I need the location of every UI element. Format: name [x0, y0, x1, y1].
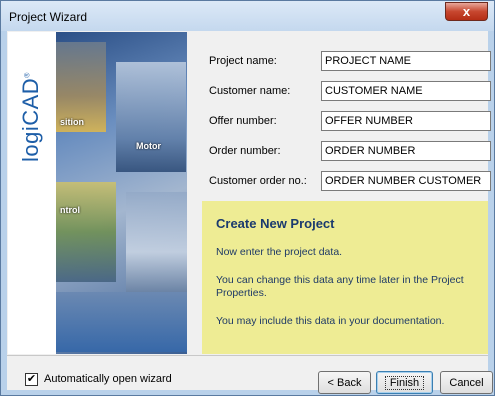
banner-photo-label: Motor — [136, 141, 161, 151]
banner-image: sition Motor ntrol — [56, 32, 187, 354]
offer-number-label: Offer number: — [209, 115, 277, 127]
logicad-logo: logiCAD® — [18, 72, 43, 162]
customer-order-label: Customer order no.: — [209, 175, 307, 187]
banner-photo-label: ntrol — [60, 205, 80, 215]
window-title: Project Wizard — [9, 10, 88, 24]
logo-column: logiCAD® — [8, 32, 56, 354]
project-name-label: Project name: — [209, 55, 277, 67]
wizard-banner: logiCAD® sition Motor ntrol — [8, 32, 187, 354]
order-number-input[interactable] — [321, 141, 491, 161]
project-name-input[interactable] — [321, 51, 491, 71]
auto-open-wizard-checkbox[interactable]: ✔ — [25, 373, 38, 386]
customer-name-row: Customer name: — [187, 81, 491, 103]
finish-button-label: Finish — [384, 375, 425, 390]
info-title: Create New Project — [216, 216, 335, 231]
info-text: You may include this data in your docume… — [216, 315, 445, 327]
cancel-button[interactable]: Cancel — [440, 371, 493, 394]
order-number-row: Order number: — [187, 141, 491, 163]
banner-photo-tile — [56, 292, 187, 352]
back-button[interactable]: < Back — [318, 371, 371, 394]
customer-order-input[interactable] — [321, 171, 491, 191]
order-number-label: Order number: — [209, 145, 281, 157]
info-panel: Create New Project Now enter the project… — [202, 201, 488, 354]
offer-number-input[interactable] — [321, 111, 491, 131]
banner-photo-tile — [56, 182, 116, 282]
close-icon: x — [462, 4, 471, 19]
customer-order-row: Customer order no.: — [187, 171, 491, 193]
banner-photo-tile — [116, 62, 186, 172]
auto-open-wizard-label[interactable]: Automatically open wizard — [44, 373, 172, 385]
project-wizard-window: Project Wizard x logiCAD® sition Motor n… — [0, 0, 495, 396]
customer-name-label: Customer name: — [209, 85, 291, 97]
close-button[interactable]: x — [445, 2, 488, 21]
info-text: You can change this data any time later … — [216, 274, 464, 299]
project-data-form: Project name: Customer name: Offer numbe… — [187, 31, 491, 201]
banner-photo-label: sition — [60, 117, 84, 127]
info-text: Now enter the project data. — [216, 246, 343, 258]
finish-button[interactable]: Finish — [376, 371, 433, 394]
project-name-row: Project name: — [187, 51, 491, 73]
title-bar: Project Wizard x — [1, 1, 494, 31]
wizard-content: logiCAD® sition Motor ntrol Project name… — [7, 31, 493, 394]
offer-number-row: Offer number: — [187, 111, 491, 133]
customer-name-input[interactable] — [321, 81, 491, 101]
footer-separator — [7, 355, 488, 356]
